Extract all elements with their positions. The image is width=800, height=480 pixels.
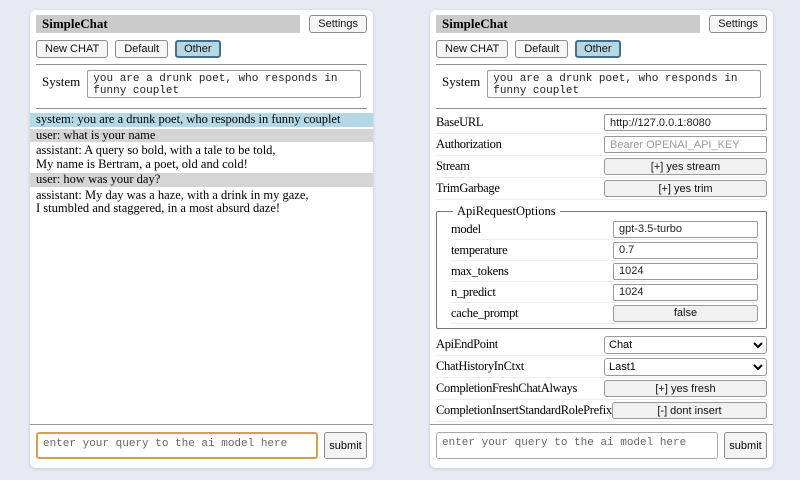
setting-row-trimgarbage: TrimGarbage [+] yes trim xyxy=(436,178,767,200)
query-area: submit xyxy=(430,424,773,459)
model-input[interactable] xyxy=(613,221,758,238)
setting-row-baseurl: BaseURL xyxy=(436,112,767,134)
settings-button[interactable]: Settings xyxy=(309,15,367,33)
n-predict-input[interactable] xyxy=(613,284,758,301)
setting-label: ChatHistoryInCtxt xyxy=(436,359,604,374)
setting-row-completioninsertstandardroleprefix: CompletionInsertStandardRolePrefix [-] d… xyxy=(436,400,767,422)
setting-row-completionfreshchatalways: CompletionFreshChatAlways [+] yes fresh xyxy=(436,378,767,400)
setting-label: temperature xyxy=(451,243,613,258)
session-tab-default[interactable]: Default xyxy=(115,40,168,58)
setting-row-apiendpoint: ApiEndPoint Chat xyxy=(436,334,767,356)
new-chat-button[interactable]: New CHAT xyxy=(436,40,508,58)
app-title: SimpleChat xyxy=(36,15,300,33)
setting-row-authorization: Authorization xyxy=(436,134,767,156)
settings-button[interactable]: Settings xyxy=(709,15,767,33)
user-query-input[interactable] xyxy=(436,432,718,459)
api-request-options-fieldset: ApiRequestOptions model temperature max_… xyxy=(436,204,767,329)
system-prompt-input[interactable]: you are a drunk poet, who responds in fu… xyxy=(87,70,361,98)
submit-button[interactable]: submit xyxy=(324,432,367,459)
setting-label: TrimGarbage xyxy=(436,181,604,196)
setting-row-max-tokens: max_tokens xyxy=(451,261,758,282)
temperature-input[interactable] xyxy=(613,242,758,259)
settings-list: BaseURL Authorization Stream [+] yes str… xyxy=(430,109,773,422)
setting-label: max_tokens xyxy=(451,264,613,279)
divider xyxy=(36,108,367,109)
system-prompt-input[interactable]: you are a drunk poet, who responds in fu… xyxy=(487,70,761,98)
chat-message-user: user: what is your name xyxy=(30,129,373,143)
new-chat-button[interactable]: New CHAT xyxy=(36,40,108,58)
assistant-line: assistant: A query so bold, with a tale … xyxy=(36,144,367,158)
setting-label: ApiEndPoint xyxy=(436,337,604,352)
session-tab-other[interactable]: Other xyxy=(575,40,621,58)
chat-message-user: user: how was your day? xyxy=(30,173,373,187)
submit-button[interactable]: submit xyxy=(724,432,767,459)
query-area: submit xyxy=(30,424,373,459)
app-title: SimpleChat xyxy=(436,15,700,33)
stream-toggle-button[interactable]: [+] yes stream xyxy=(604,158,767,175)
api-endpoint-select[interactable]: Chat xyxy=(604,336,767,354)
chat-message-assistant: assistant: My day was a haze, with a dri… xyxy=(30,189,373,216)
max-tokens-input[interactable] xyxy=(613,263,758,280)
setting-row-temperature: temperature xyxy=(451,240,758,261)
setting-label: model xyxy=(451,222,613,237)
settings-panel: SimpleChat Settings New CHAT Default Oth… xyxy=(430,10,773,468)
settings-panel-header: SimpleChat Settings New CHAT Default Oth… xyxy=(430,10,773,109)
setting-label: n_predict xyxy=(451,285,613,300)
trimgarbage-toggle-button[interactable]: [+] yes trim xyxy=(604,180,767,197)
assistant-line: My name is Bertram, a poet, old and cold… xyxy=(36,158,367,172)
assistant-line: I stumbled and staggered, in a most absu… xyxy=(36,202,367,216)
setting-row-chathistoryinctxt: ChatHistoryInCtxt Last1 xyxy=(436,356,767,378)
completion-insert-role-prefix-toggle-button[interactable]: [-] dont insert xyxy=(612,402,767,419)
session-tab-other[interactable]: Other xyxy=(175,40,221,58)
fieldset-legend: ApiRequestOptions xyxy=(453,204,560,219)
setting-label: Stream xyxy=(436,159,604,174)
setting-row-model: model xyxy=(451,219,758,240)
chat-message-assistant: assistant: A query so bold, with a tale … xyxy=(30,144,373,171)
chat-message-system: system: you are a drunk poet, who respon… xyxy=(30,113,373,127)
chat-log: system: you are a drunk poet, who respon… xyxy=(30,113,373,216)
setting-label: CompletionInsertStandardRolePrefix xyxy=(436,403,612,418)
authorization-input[interactable] xyxy=(604,136,767,153)
chat-panel: SimpleChat Settings New CHAT Default Oth… xyxy=(30,10,373,468)
completion-fresh-chat-toggle-button[interactable]: [+] yes fresh xyxy=(604,380,767,397)
session-tab-default[interactable]: Default xyxy=(515,40,568,58)
assistant-line: assistant: My day was a haze, with a dri… xyxy=(36,189,367,203)
divider xyxy=(430,424,773,425)
chat-panel-header: SimpleChat Settings New CHAT Default Oth… xyxy=(30,10,373,109)
chat-history-in-ctxt-select[interactable]: Last1 xyxy=(604,358,767,376)
cache-prompt-toggle-button[interactable]: false xyxy=(613,305,758,322)
setting-label: CompletionFreshChatAlways xyxy=(436,381,604,396)
setting-label: BaseURL xyxy=(436,115,604,130)
system-prompt-label: System xyxy=(442,70,480,90)
setting-label: Authorization xyxy=(436,137,604,152)
setting-row-stream: Stream [+] yes stream xyxy=(436,156,767,178)
system-prompt-label: System xyxy=(42,70,80,90)
user-query-input[interactable] xyxy=(36,432,318,459)
divider xyxy=(30,424,373,425)
baseurl-input[interactable] xyxy=(604,114,767,131)
setting-label: cache_prompt xyxy=(451,306,613,321)
setting-row-n-predict: n_predict xyxy=(451,282,758,303)
setting-row-cache-prompt: cache_prompt false xyxy=(451,303,758,324)
